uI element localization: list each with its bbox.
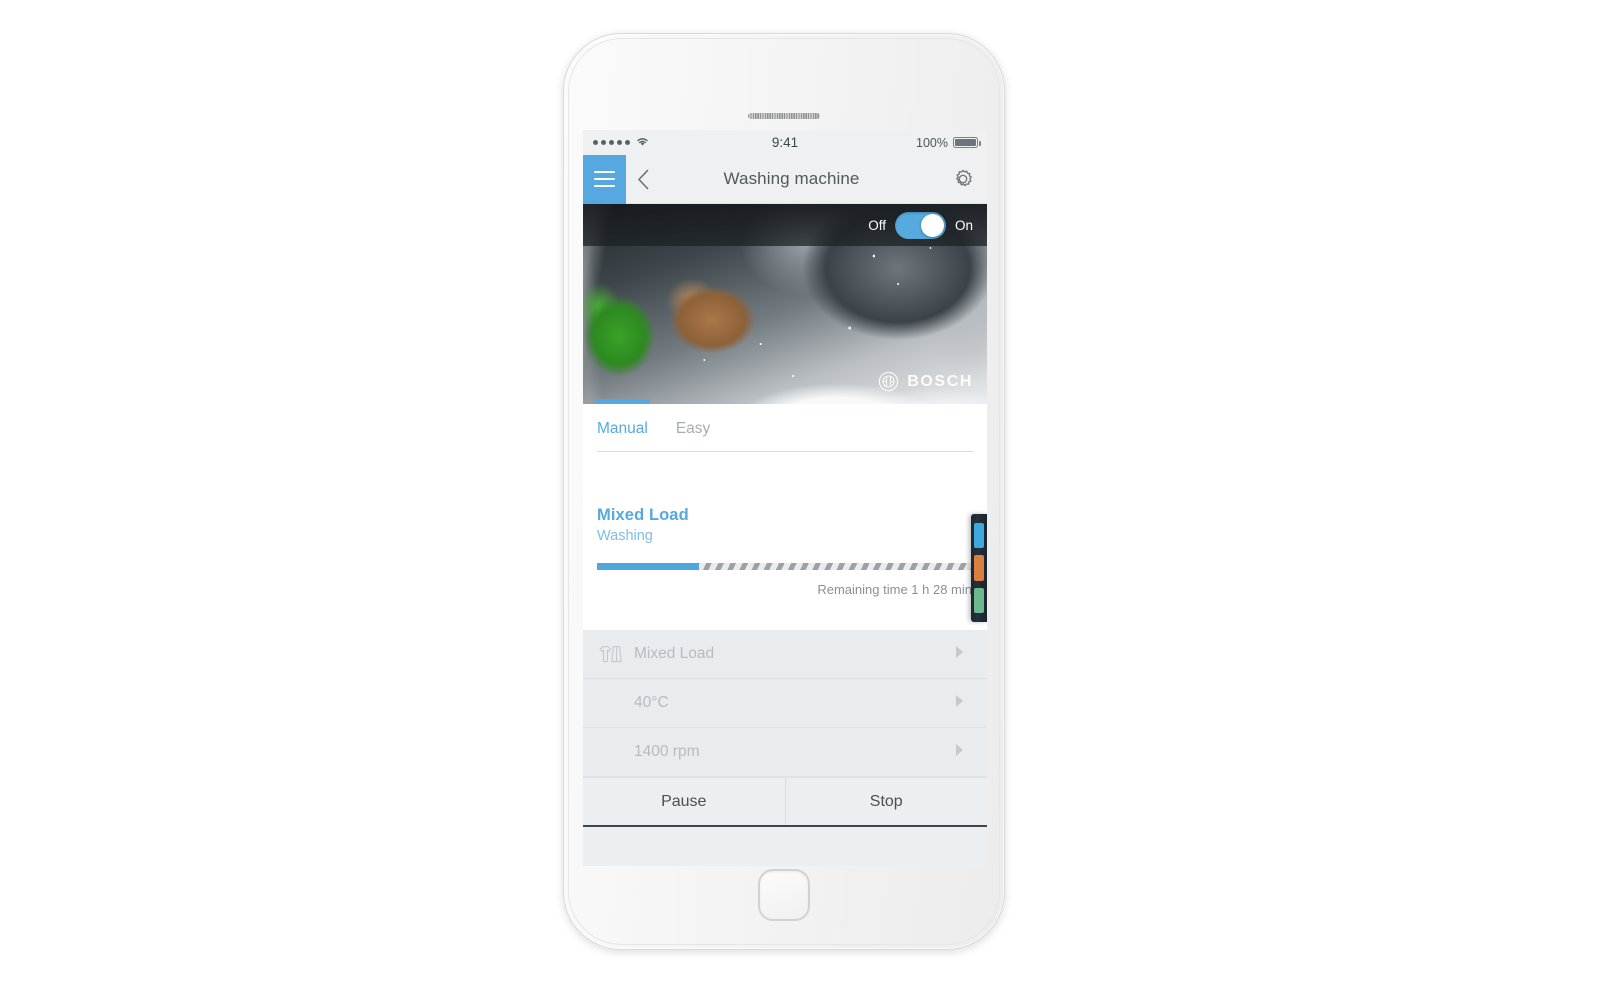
program-name: Mixed Load	[597, 506, 689, 524]
toggle-on-label: On	[954, 217, 973, 233]
screen-bottom-filler	[583, 827, 987, 866]
appliance-hero-image: Off On BOSCH	[583, 204, 987, 404]
tab-manual[interactable]: Manual	[595, 399, 650, 438]
power-toggle-switch[interactable]	[894, 211, 946, 239]
bosch-circle-logo	[879, 371, 899, 392]
program-progress-bar	[597, 563, 973, 570]
settings-row-temperature-label: 40°C	[634, 694, 669, 711]
status-bar: 9:41 100%	[583, 130, 987, 155]
toggle-off-label: Off	[868, 217, 886, 233]
temperature-icon-placeholder	[597, 692, 625, 714]
side-drawer-blue-bar	[974, 523, 984, 549]
pause-button[interactable]: Pause	[583, 778, 786, 825]
side-drawer-green-bar	[974, 587, 984, 613]
phone-screen: 9:41 100% Washing machine Off On BOSCH M…	[583, 130, 987, 866]
chevron-right-icon	[954, 645, 965, 664]
settings-row-spin-speed-label: 1400 rpm	[634, 743, 700, 760]
stop-button[interactable]: Stop	[785, 778, 987, 825]
tab-easy[interactable]: Easy	[676, 418, 710, 438]
phone-device-frame: 9:41 100% Washing machine Off On BOSCH M…	[563, 33, 1005, 950]
spin-icon-placeholder	[597, 741, 625, 763]
page-title: Washing machine	[723, 169, 860, 188]
bosch-wordmark: BOSCH	[907, 372, 973, 390]
home-button[interactable]	[758, 869, 810, 921]
program-settings-list: Mixed Load 40°C 1400 rpm	[583, 630, 987, 777]
gear-icon[interactable]	[939, 155, 987, 204]
screenshot-canvas: 9:41 100% Washing machine Off On BOSCH M…	[0, 0, 1600, 1000]
hamburger-menu-icon[interactable]	[583, 154, 626, 204]
battery-full-icon	[953, 137, 981, 148]
chevron-right-icon	[954, 694, 965, 713]
settings-row-spin-speed[interactable]: 1400 rpm	[583, 728, 987, 777]
app-navigation-bar: Washing machine	[583, 154, 987, 204]
program-state: Washing	[597, 528, 653, 544]
settings-row-program-label: Mixed Load	[634, 645, 715, 662]
laundry-garments-icon	[597, 643, 625, 665]
power-toggle-bar: Off On	[583, 204, 987, 246]
chevron-right-icon	[954, 743, 965, 762]
program-progress-fill	[597, 563, 699, 570]
side-drawer-peek[interactable]	[971, 514, 987, 622]
settings-row-program[interactable]: Mixed Load	[583, 630, 987, 679]
battery-percent-label: 100%	[916, 135, 948, 150]
action-button-bar: Pause Stop	[583, 777, 987, 825]
side-drawer-orange-bar	[974, 555, 984, 581]
settings-row-temperature[interactable]: 40°C	[583, 679, 987, 728]
running-program-panel: Mixed Load Washing Remaining time 1 h 28…	[583, 452, 987, 630]
status-bar-right: 100%	[916, 135, 981, 150]
mode-tab-bar: Manual Easy	[583, 399, 987, 452]
bosch-brand-logo: BOSCH	[878, 371, 973, 392]
remaining-time-label: Remaining time 1 h 28 min	[817, 582, 972, 597]
earpiece-speaker	[748, 113, 820, 119]
